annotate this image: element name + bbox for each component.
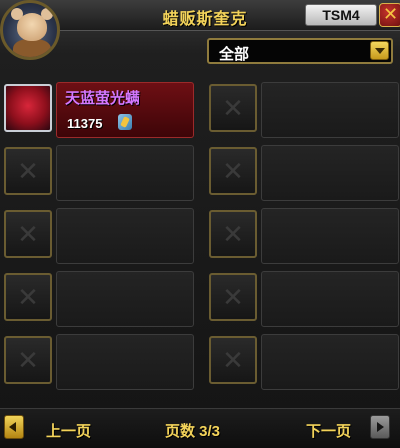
empty-slot-icon (4, 273, 52, 321)
chevron-down-icon[interactable] (370, 41, 389, 60)
item-slot-8[interactable] (209, 267, 399, 327)
tsm-button[interactable]: TSM4 (305, 4, 377, 26)
empty-slot-icon (209, 210, 257, 258)
gold-coin-icon (118, 114, 132, 130)
page-indicator: 页数 3/3 (165, 423, 221, 440)
merchant-window: 蜡贩斯奎克 TSM4 ✕ 全部 天蓝萤光螨 11375 ✕ ✕ ✕ ✕ ✕ ✕ … (0, 0, 400, 448)
pagination-bar: 上一页 页数 3/3 下一页 (0, 408, 400, 448)
prev-page-label[interactable]: 上一页 (46, 420, 91, 441)
prev-page-button[interactable] (4, 415, 24, 439)
empty-panel (261, 82, 399, 138)
item-panel[interactable]: 天蓝萤光螨 11375 (56, 82, 194, 138)
item-slot-9[interactable] (4, 330, 194, 390)
empty-panel (56, 208, 194, 264)
item-slot-3[interactable] (4, 141, 194, 201)
close-button[interactable]: ✕ (379, 3, 400, 27)
empty-panel (56, 145, 194, 201)
empty-slot-icon (209, 147, 257, 195)
merchant-portrait (0, 0, 60, 60)
item-slot-7[interactable] (4, 267, 194, 327)
filter-selected-label: 全部 (219, 46, 250, 63)
item-name: 天蓝萤光螨 (65, 90, 141, 107)
next-page-label[interactable]: 下一页 (306, 420, 351, 441)
window-title: 蜡贩斯奎克 (162, 11, 248, 28)
item-slot-10[interactable] (209, 330, 399, 390)
empty-panel (261, 334, 399, 390)
filter-dropdown[interactable]: 全部 (207, 38, 393, 64)
empty-panel (261, 145, 399, 201)
empty-slot-icon (4, 147, 52, 195)
title-bar[interactable]: 蜡贩斯奎克 TSM4 ✕ (0, 0, 400, 31)
empty-panel (56, 334, 194, 390)
item-slot-2[interactable] (209, 78, 399, 138)
item-slot-5[interactable] (4, 204, 194, 264)
item-icon[interactable] (4, 84, 52, 132)
empty-panel (261, 208, 399, 264)
item-slot-6[interactable] (209, 204, 399, 264)
empty-slot-icon (4, 336, 52, 384)
item-slot-4[interactable] (209, 141, 399, 201)
item-slot-1[interactable]: 天蓝萤光螨 11375 (4, 78, 194, 138)
close-icon: ✕ (382, 4, 399, 24)
next-page-button[interactable] (370, 415, 390, 439)
empty-panel (56, 271, 194, 327)
empty-panel (261, 271, 399, 327)
empty-slot-icon (4, 210, 52, 258)
empty-slot-icon (209, 84, 257, 132)
item-price: 11375 (67, 116, 103, 131)
empty-slot-icon (209, 273, 257, 321)
empty-slot-icon (209, 336, 257, 384)
